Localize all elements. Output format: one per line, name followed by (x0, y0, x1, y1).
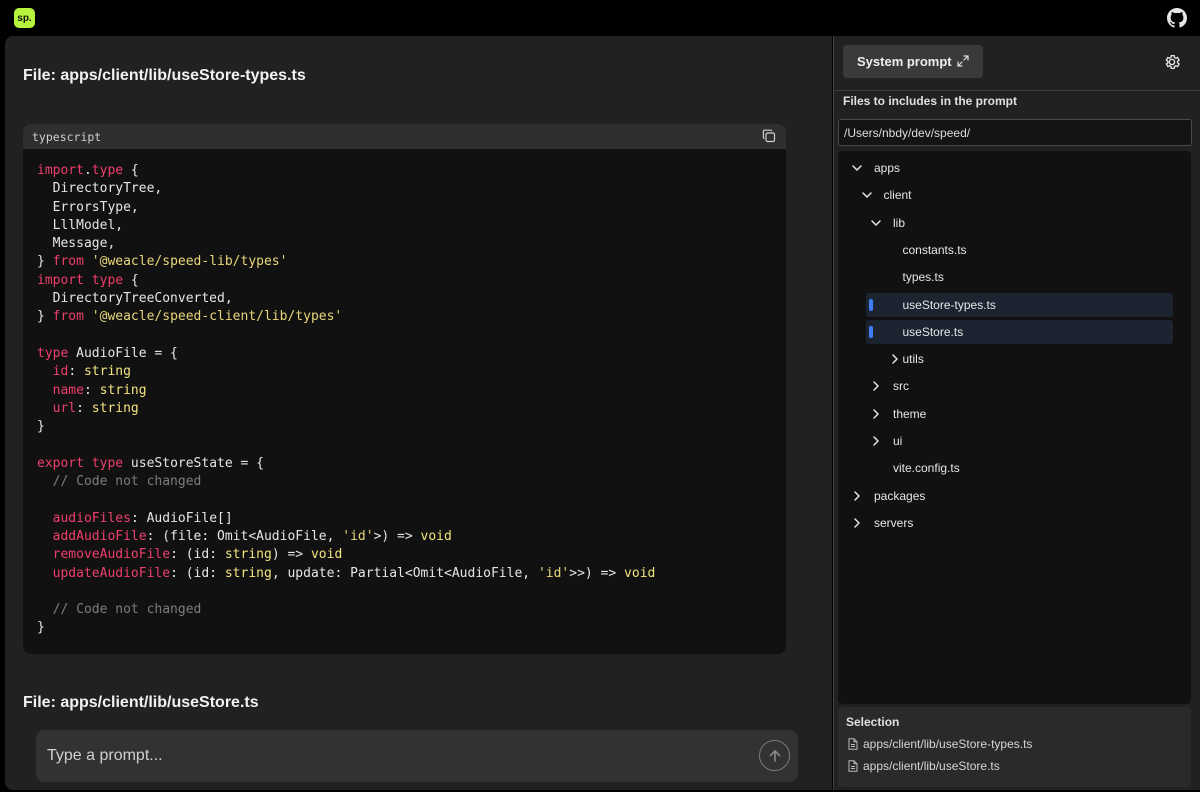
code-line: LllModel, (37, 217, 124, 233)
selected-marker (869, 325, 873, 338)
selection-title: Selection (846, 715, 900, 729)
chevron-right-icon[interactable] (870, 435, 882, 447)
send-button[interactable] (759, 740, 790, 771)
code-content: import.type { DirectoryTree, ErrorsType,… (23, 149, 786, 638)
tree-item-theme[interactable]: theme (838, 402, 1191, 426)
code-line: audioFiles: AudioFile[] (52, 510, 233, 526)
tree-item-lib[interactable]: lib (838, 211, 1191, 235)
chevron-down-icon[interactable] (870, 217, 882, 229)
chevron-right-icon[interactable] (851, 490, 863, 502)
system-prompt-button[interactable]: System prompt (843, 45, 983, 78)
tree-item-label: vite.config.ts (893, 461, 960, 476)
code-line: import.type { (37, 163, 139, 178)
tree-item-label: lib (893, 215, 906, 230)
copy-icon[interactable] (762, 129, 776, 143)
files-section-title: Files to includes in the prompt (843, 94, 1018, 108)
tree-item-apps[interactable]: apps (838, 156, 1191, 180)
code-line: addAudioFile: (file: Omit<AudioFile, 'id… (52, 528, 452, 544)
code-line: } from '@weacle/speed-client/lib/types' (37, 309, 343, 325)
code-line: name: string (52, 382, 147, 398)
tree-item-src[interactable]: src (838, 374, 1191, 398)
arrow-up-icon (769, 749, 780, 762)
code-line: url: string (52, 400, 139, 416)
file-icon (848, 760, 858, 772)
file-icon (848, 738, 858, 750)
code-line: } (37, 620, 45, 636)
tree-item-label: utils (902, 352, 924, 367)
code-line: } (37, 419, 45, 435)
tree-item-label: apps (874, 161, 901, 175)
tree-item-label: constants.ts (902, 242, 967, 257)
tree-item-utils[interactable]: utils (838, 347, 1191, 371)
tree-item-label: servers (874, 515, 914, 530)
selected-marker (869, 298, 873, 311)
root-path-input[interactable] (838, 119, 1192, 146)
tree-item-servers[interactable]: servers (838, 511, 1191, 535)
chevron-right-icon[interactable] (889, 353, 901, 365)
sidebar: System prompt Files to includes in the p… (833, 36, 1200, 790)
code-line: DirectoryTreeConverted, (37, 291, 233, 307)
chat-panel: File: apps/client/lib/useStore-types.ts … (5, 36, 832, 790)
expand-icon (957, 55, 969, 67)
code-line: // Code not changed (37, 474, 202, 490)
code-line: } from '@weacle/speed-lib/types' (37, 254, 288, 270)
code-line: DirectoryTree, (37, 181, 163, 197)
selection-item[interactable]: apps/client/lib/useStore-types.ts (848, 737, 1032, 751)
file-heading: File: apps/client/lib/useStore-types.ts (23, 67, 306, 84)
system-prompt-label: System prompt (857, 54, 952, 69)
tree-item-label: client (883, 188, 912, 203)
code-line: removeAudioFile: (id: string) => void (52, 547, 343, 563)
tree-item-constants-ts[interactable]: constants.ts (838, 238, 1191, 262)
github-icon[interactable] (1167, 8, 1187, 28)
code-line: ErrorsType, (37, 199, 139, 215)
chevron-down-icon[interactable] (851, 162, 863, 174)
chevron-right-icon[interactable] (870, 408, 882, 420)
gear-icon[interactable] (1163, 53, 1181, 71)
top-bar: sp. (0, 0, 1200, 36)
tree-item-label: theme (893, 406, 927, 421)
code-line: export type useStoreState = { (37, 455, 264, 471)
tree-item-types-ts[interactable]: types.ts (838, 265, 1191, 289)
selection-item[interactable]: apps/client/lib/useStore.ts (848, 759, 1000, 773)
file-tree: apps client lib constants.ts types.ts useStor… (838, 151, 1191, 704)
chevron-right-icon[interactable] (851, 517, 863, 529)
file-heading: File: apps/client/lib/useStore.ts (23, 694, 259, 711)
chevron-right-icon[interactable] (870, 380, 882, 392)
code-line: id: string (52, 364, 131, 380)
code-line: Message, (37, 236, 116, 252)
app-logo[interactable]: sp. (14, 8, 35, 28)
tree-item-label: types.ts (902, 270, 944, 285)
tree-item-label: useStore-types.ts (902, 297, 996, 312)
selection-panel: Selection apps/client/lib/useStore-types… (838, 707, 1191, 787)
code-line: // Code not changed (37, 602, 202, 618)
tree-item-usestore-types-ts[interactable]: useStore-types.ts (866, 292, 1173, 317)
tree-item-client[interactable]: client (838, 183, 1191, 207)
chevron-down-icon[interactable] (861, 189, 873, 201)
code-header: typescript (23, 124, 786, 149)
prompt-input[interactable] (47, 744, 727, 768)
code-block: typescript import.type { DirectoryTree, … (23, 124, 786, 654)
prompt-box (36, 730, 798, 782)
tree-item-usestore-ts[interactable]: useStore.ts (866, 319, 1173, 344)
tree-item-label: useStore.ts (902, 324, 964, 339)
code-line: type AudioFile = { (37, 345, 178, 361)
divider (834, 90, 1200, 91)
tree-item-label: src (893, 379, 909, 394)
code-line: import type { (37, 272, 139, 288)
tree-item-label: packages (874, 488, 926, 503)
tree-item-ui[interactable]: ui (838, 429, 1191, 453)
code-language: typescript (32, 129, 102, 144)
tree-item-vite-config-ts[interactable]: vite.config.ts (838, 456, 1191, 480)
code-line: updateAudioFile: (id: string, update: Pa… (52, 565, 656, 581)
tree-item-packages[interactable]: packages (838, 484, 1191, 508)
tree-item-label: ui (893, 434, 903, 448)
